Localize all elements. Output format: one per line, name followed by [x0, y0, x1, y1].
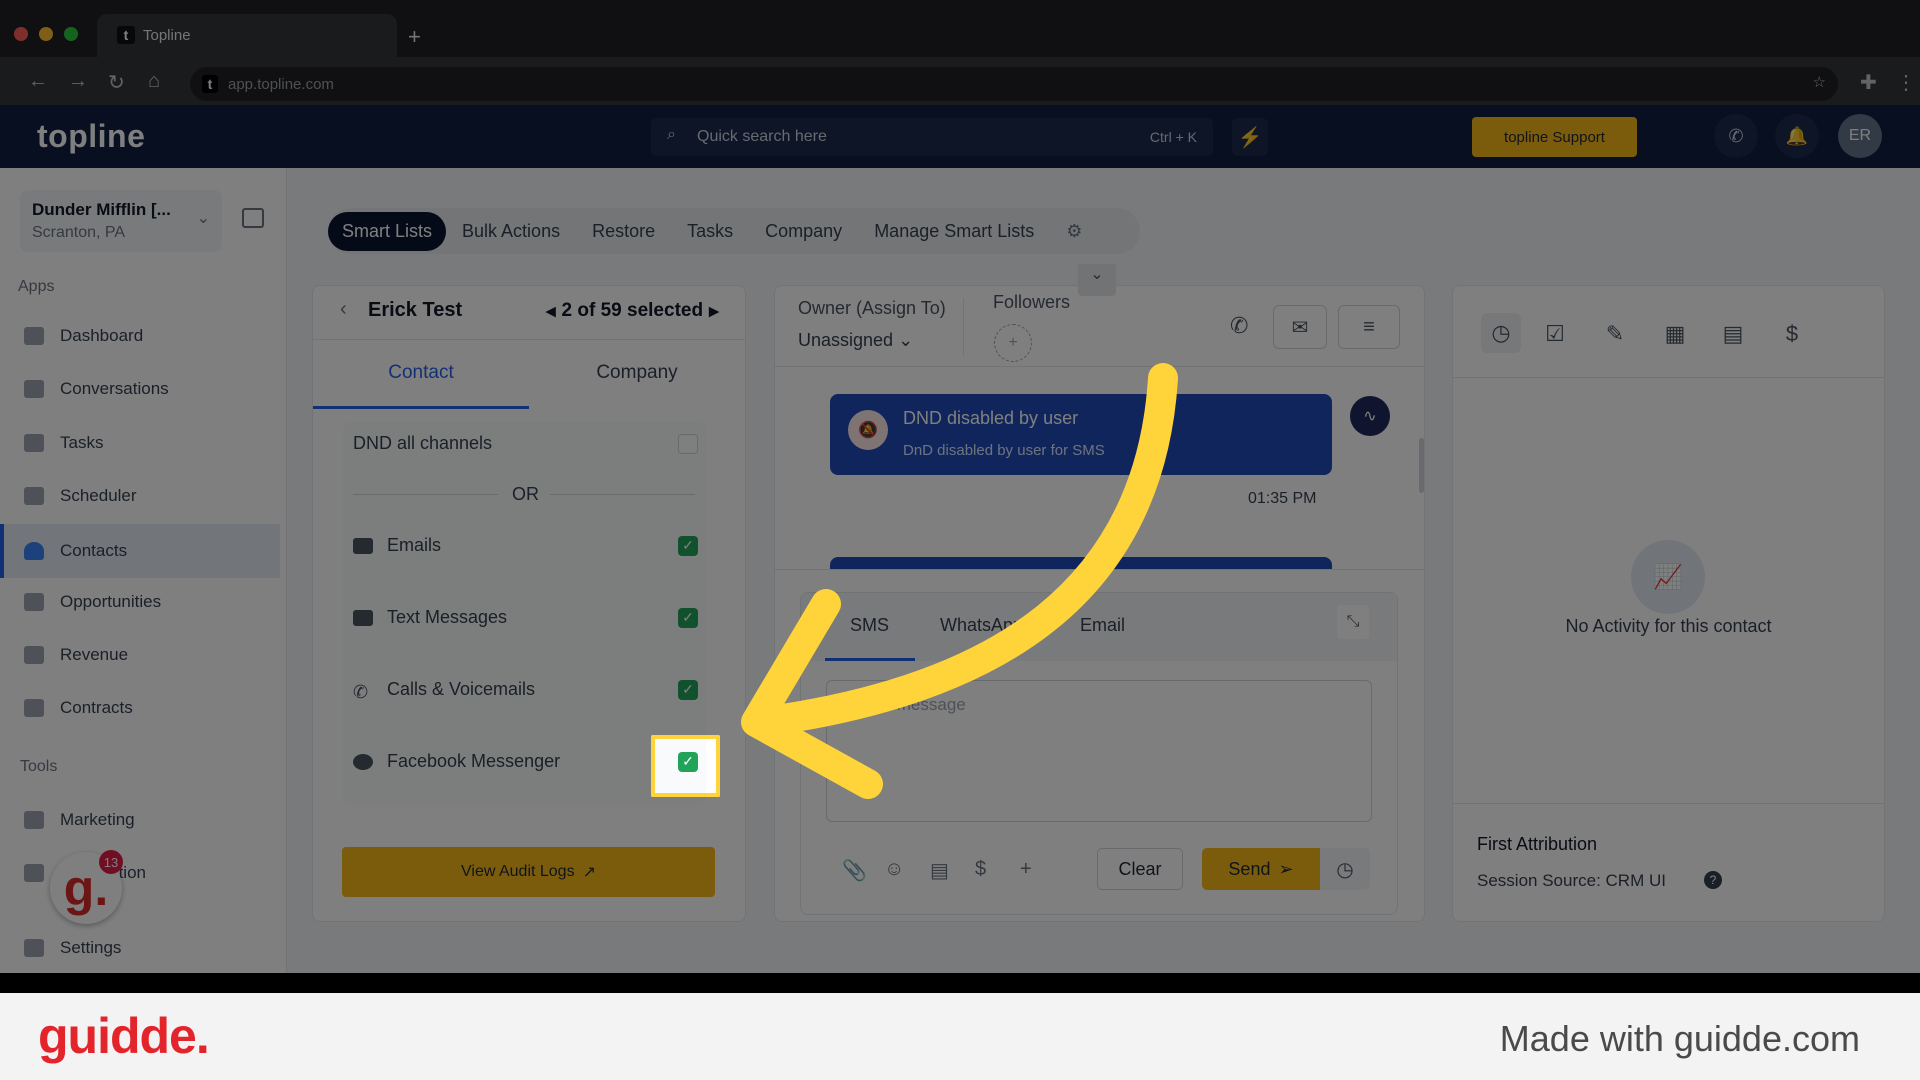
- made-with-guidde-text: Made with guidde.com: [1499, 1018, 1860, 1059]
- arrow-shaft: [747, 363, 1178, 737]
- bottom-bar: [0, 973, 1920, 993]
- annotation-arrow: [741, 363, 1178, 799]
- guidde-logo: guidde.: [38, 1008, 210, 1064]
